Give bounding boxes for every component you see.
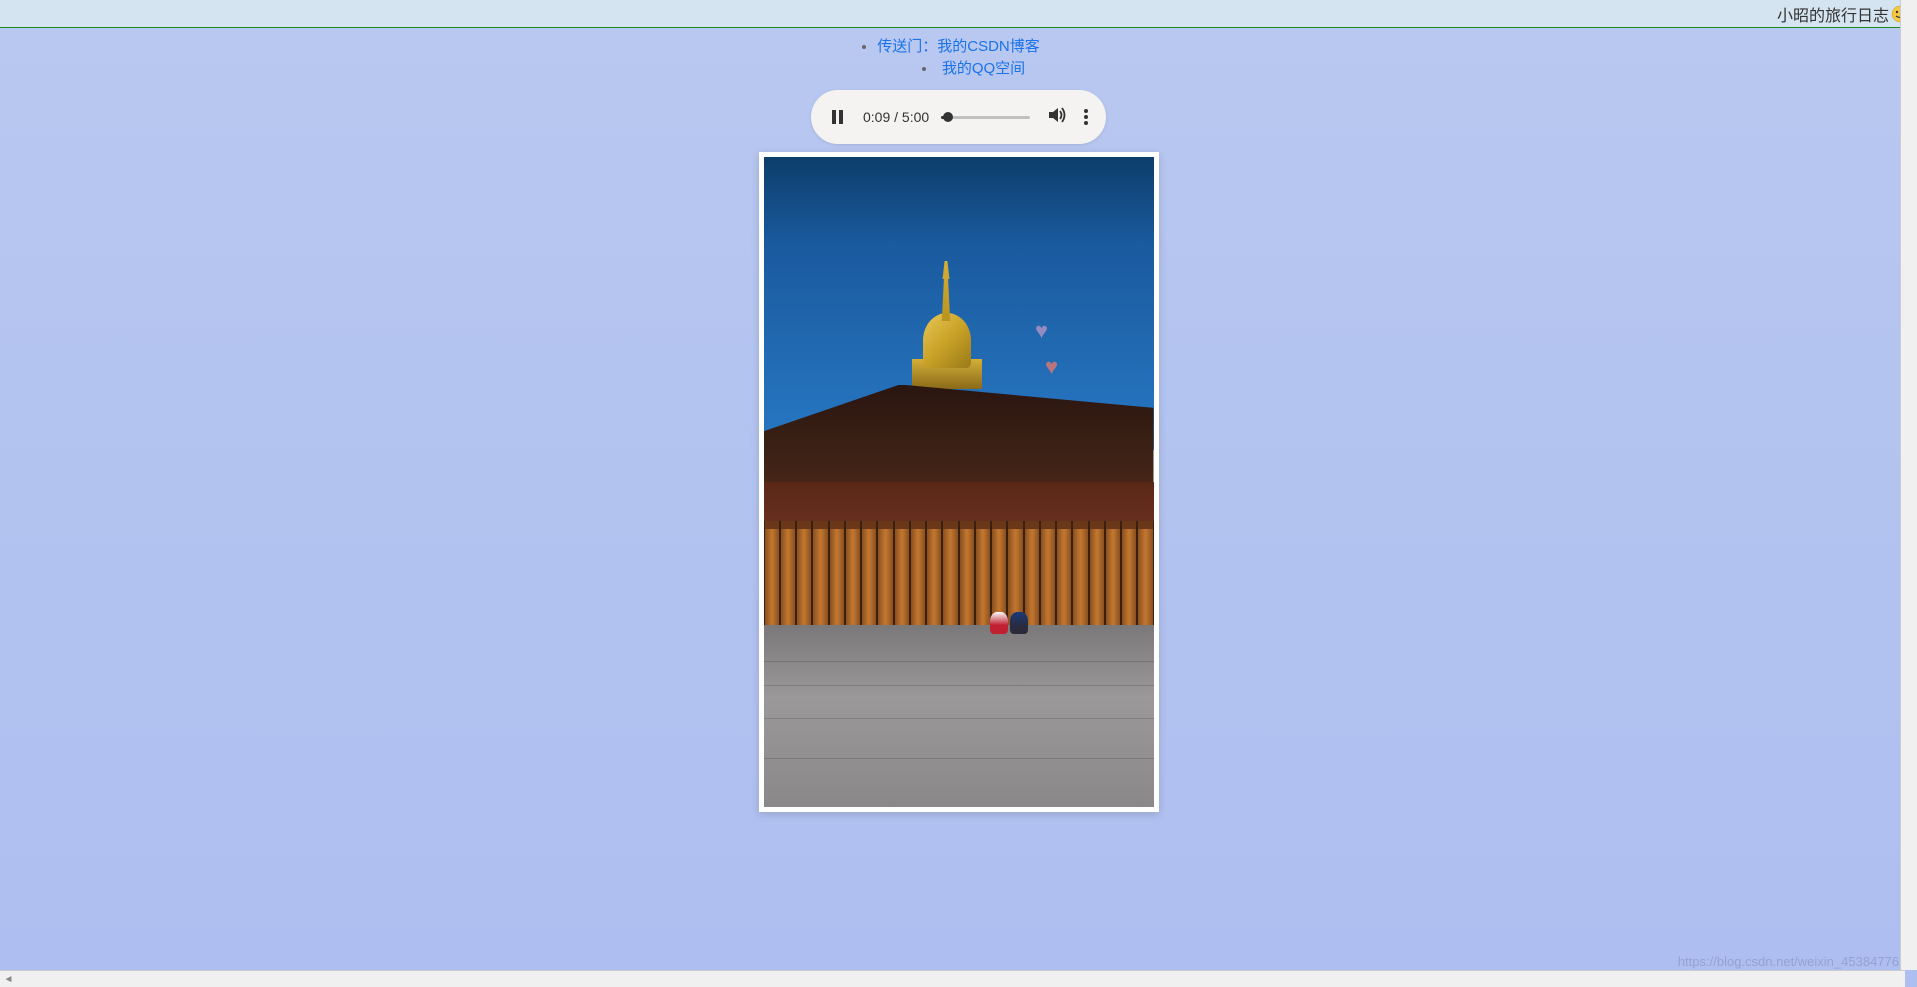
watermark-text: https://blog.csdn.net/weixin_45384776	[1678, 954, 1899, 969]
pause-icon	[832, 110, 843, 124]
vertical-scrollbar[interactable]	[1900, 0, 1917, 970]
link-list: 传送门：我的CSDN博客 我的QQ空间	[877, 36, 1040, 80]
more-options-icon[interactable]	[1084, 109, 1088, 125]
heart-decoration-icon: ♥	[1045, 354, 1058, 380]
heart-decoration-icon: ♥	[1035, 318, 1048, 344]
pause-button[interactable]	[829, 109, 845, 125]
audio-progress-slider[interactable]	[941, 116, 1030, 119]
travel-photo	[764, 157, 1154, 807]
header-bar: 小昭的旅行日志	[0, 0, 1917, 28]
content-area: 传送门：我的CSDN博客 我的QQ空间 0:09 / 5:00	[0, 28, 1917, 812]
audio-time-display: 0:09 / 5:00	[863, 109, 929, 125]
audio-player[interactable]: 0:09 / 5:00	[811, 90, 1106, 144]
volume-icon[interactable]	[1048, 106, 1068, 129]
link-prefix: 传送门：	[877, 38, 937, 55]
horizontal-scrollbar[interactable]: ◄	[0, 970, 1905, 987]
photo-frame	[759, 152, 1159, 812]
csdn-blog-link[interactable]: 我的CSDN博客	[937, 38, 1040, 55]
link-item-qq: 我的QQ空间	[907, 58, 1040, 80]
qq-space-link[interactable]: 我的QQ空间	[942, 60, 1025, 77]
page-title: 小昭的旅行日志	[1777, 2, 1889, 26]
scroll-left-arrow-icon[interactable]: ◄	[0, 971, 17, 987]
link-item-csdn: 传送门：我的CSDN博客	[877, 36, 1040, 58]
